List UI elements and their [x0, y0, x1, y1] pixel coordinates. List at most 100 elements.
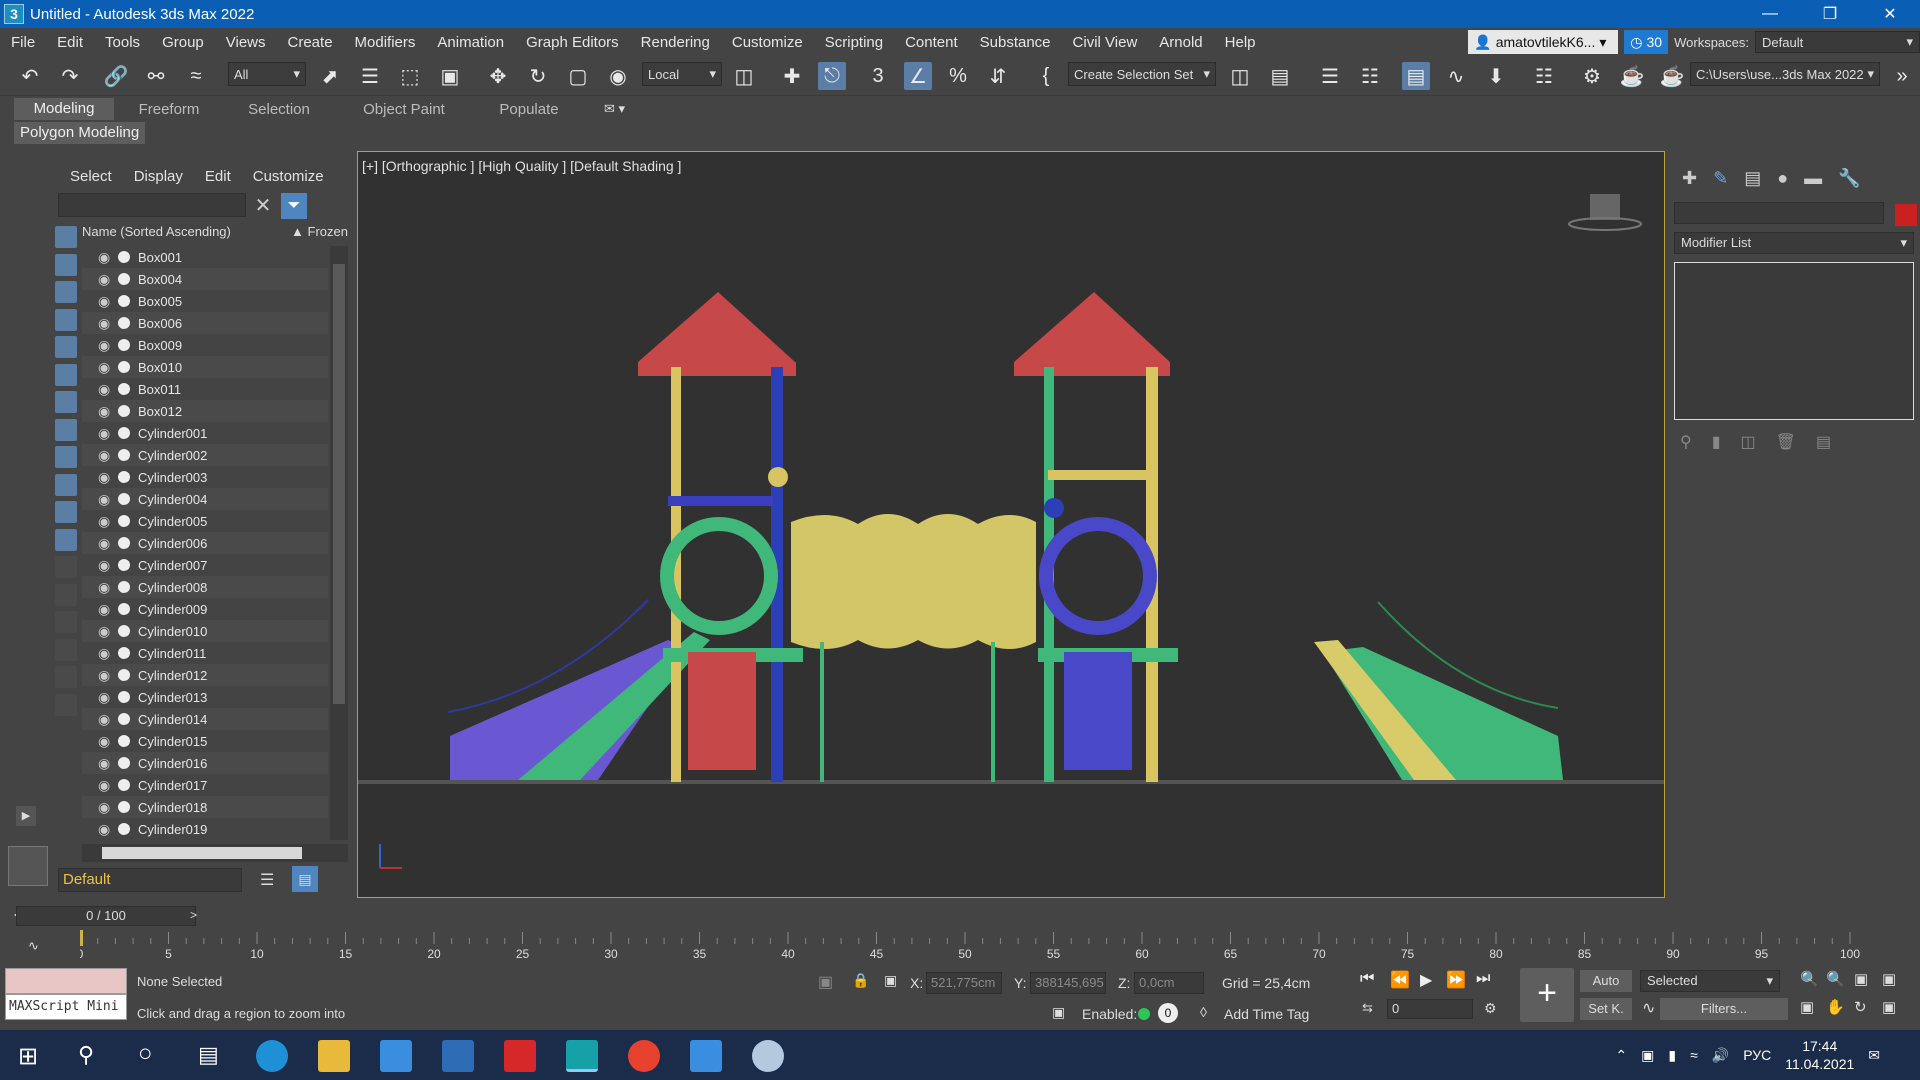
shapes-filter-icon[interactable]: [55, 253, 77, 276]
pivot-center-icon[interactable]: ◫: [730, 62, 758, 90]
x-coordinate-field[interactable]: 521,775cm: [926, 972, 1002, 994]
isolate-selection-icon[interactable]: ▣: [818, 972, 833, 992]
se-menu-display[interactable]: Display: [134, 168, 183, 185]
layers-icon[interactable]: ☰: [260, 870, 274, 890]
hidden-filter-icon[interactable]: [55, 528, 77, 551]
zoom-extents-icon[interactable]: ▣: [1854, 970, 1868, 988]
invert-display-icon[interactable]: [55, 611, 77, 633]
trial-clock[interactable]: ◷ 30: [1624, 30, 1669, 54]
list-item[interactable]: ◉ Box012: [82, 400, 328, 422]
menu-graph-editors[interactable]: Graph Editors: [515, 34, 630, 51]
key-filters-icon[interactable]: ∿: [1642, 998, 1655, 1018]
link-icon[interactable]: 🔗: [102, 62, 130, 90]
active-layer-field[interactable]: Default: [58, 868, 242, 892]
show-end-result-icon[interactable]: ▮: [1712, 432, 1721, 452]
z-coordinate-field[interactable]: 0,0cm: [1134, 972, 1204, 994]
volume-icon[interactable]: 🔊: [1712, 1047, 1729, 1064]
eye-icon[interactable]: ◉: [98, 381, 116, 398]
tab-populate[interactable]: Populate: [474, 101, 584, 118]
menu-rendering[interactable]: Rendering: [630, 34, 721, 51]
render-toggle-icon[interactable]: [118, 801, 130, 813]
groups-filter-icon[interactable]: [55, 391, 77, 413]
go-to-start-icon[interactable]: ⏮: [1360, 970, 1374, 988]
snaps-toggle-icon[interactable]: 3: [864, 62, 892, 90]
edit-named-selection-icon[interactable]: {: [1032, 62, 1060, 90]
list-item[interactable]: ◉ Cylinder018: [82, 796, 328, 818]
scrollbar-thumb[interactable]: [333, 264, 345, 704]
utilities-tab-icon[interactable]: 🔧: [1838, 168, 1860, 189]
render-toggle-icon[interactable]: [118, 603, 130, 615]
lights-filter-icon[interactable]: [55, 281, 77, 303]
bones-filter-icon[interactable]: [55, 446, 77, 468]
menu-create[interactable]: Create: [277, 34, 344, 51]
helpers-filter-icon[interactable]: [55, 336, 77, 358]
list-item[interactable]: ◉ Cylinder010: [82, 620, 328, 642]
material-editor-icon[interactable]: ⚙: [1578, 62, 1606, 90]
coord-system-dropdown[interactable]: Local ▾: [642, 62, 722, 86]
dope-sheet-icon[interactable]: ⬇: [1482, 62, 1510, 90]
se-menu-select[interactable]: Select: [70, 168, 112, 185]
enabled-count[interactable]: 0: [1158, 1003, 1178, 1023]
restore-icon[interactable]: ❐: [1800, 0, 1860, 28]
wifi-icon[interactable]: ≈: [1690, 1047, 1698, 1063]
menu-scripting[interactable]: Scripting: [814, 34, 894, 51]
y-coordinate-field[interactable]: 388145,695: [1030, 972, 1106, 994]
render-toggle-icon[interactable]: [118, 295, 130, 307]
configure-sets-icon[interactable]: ▤: [1816, 432, 1831, 452]
render-toggle-icon[interactable]: [118, 427, 130, 439]
notifications-icon[interactable]: ✉: [1868, 1047, 1880, 1064]
list-item[interactable]: ◉ Cylinder004: [82, 488, 328, 510]
menu-substance[interactable]: Substance: [969, 34, 1062, 51]
eye-icon[interactable]: ◉: [98, 359, 116, 376]
schematic-view-icon[interactable]: ☷: [1530, 62, 1558, 90]
select-object-icon[interactable]: ⬈: [316, 62, 344, 90]
render-toggle-icon[interactable]: [118, 691, 130, 703]
time-slider[interactable]: 0 / 100: [16, 906, 196, 926]
list-item[interactable]: ◉ Cylinder011: [82, 642, 328, 664]
undo-icon[interactable]: ↶: [16, 62, 44, 90]
render-toggle-icon[interactable]: [118, 449, 130, 461]
menu-help[interactable]: Help: [1214, 34, 1267, 51]
chevron-right-icon[interactable]: >: [190, 908, 197, 922]
mirror-icon[interactable]: ◫: [1226, 62, 1254, 90]
chevron-up-icon[interactable]: ⌃: [1615, 1047, 1627, 1064]
funnel-icon[interactable]: [55, 666, 77, 688]
ribbon-subtab-polygon-modeling[interactable]: Polygon Modeling: [14, 122, 146, 144]
render-toggle-icon[interactable]: [118, 625, 130, 637]
clear-search-icon[interactable]: ✕: [252, 193, 274, 217]
photos-icon[interactable]: [690, 1040, 722, 1072]
create-tab-icon[interactable]: ✚: [1682, 168, 1697, 189]
eye-icon[interactable]: ◉: [98, 667, 116, 684]
tab-selection[interactable]: Selection: [224, 101, 334, 118]
display-none-icon[interactable]: [55, 583, 77, 606]
pin-stack-icon[interactable]: ⚲: [1680, 432, 1692, 452]
set-key-button[interactable]: Set K.: [1580, 998, 1632, 1020]
cortana-icon[interactable]: ○: [138, 1040, 153, 1068]
list-item[interactable]: ◉ Cylinder013: [82, 686, 328, 708]
render-toggle-icon[interactable]: [118, 713, 130, 725]
display-tab-icon[interactable]: ▬: [1804, 168, 1822, 189]
render-icon[interactable]: ☕: [1658, 62, 1686, 90]
close-icon[interactable]: ✕: [1860, 0, 1920, 28]
render-toggle-icon[interactable]: [118, 735, 130, 747]
named-selection-dropdown[interactable]: Create Selection Set ▾: [1068, 62, 1216, 86]
percent-snap-icon[interactable]: %: [944, 62, 972, 90]
menu-views[interactable]: Views: [215, 34, 277, 51]
eye-icon[interactable]: ◉: [98, 315, 116, 332]
motion-tab-icon[interactable]: ●: [1777, 168, 1788, 189]
eye-icon[interactable]: ◉: [98, 777, 116, 794]
tab-object-paint[interactable]: Object Paint: [334, 101, 474, 118]
list-item[interactable]: ◉ Cylinder007: [82, 554, 328, 576]
list-item[interactable]: ◉ Cylinder012: [82, 664, 328, 686]
modifier-stack[interactable]: [1674, 262, 1914, 420]
render-toggle-icon[interactable]: [118, 405, 130, 417]
current-frame-marker[interactable]: [80, 930, 83, 946]
keyboard-shortcut-override-icon[interactable]: ⎋: [818, 62, 846, 90]
battery-icon[interactable]: ▮: [1668, 1047, 1676, 1064]
menu-file[interactable]: File: [0, 34, 46, 51]
list-item[interactable]: ◉ Cylinder005: [82, 510, 328, 532]
curve-editor-toggle-icon[interactable]: ∿: [28, 938, 39, 954]
eye-icon[interactable]: ◉: [98, 645, 116, 662]
move-icon[interactable]: ✥: [484, 62, 512, 90]
unlink-icon[interactable]: ⚯: [142, 62, 170, 90]
